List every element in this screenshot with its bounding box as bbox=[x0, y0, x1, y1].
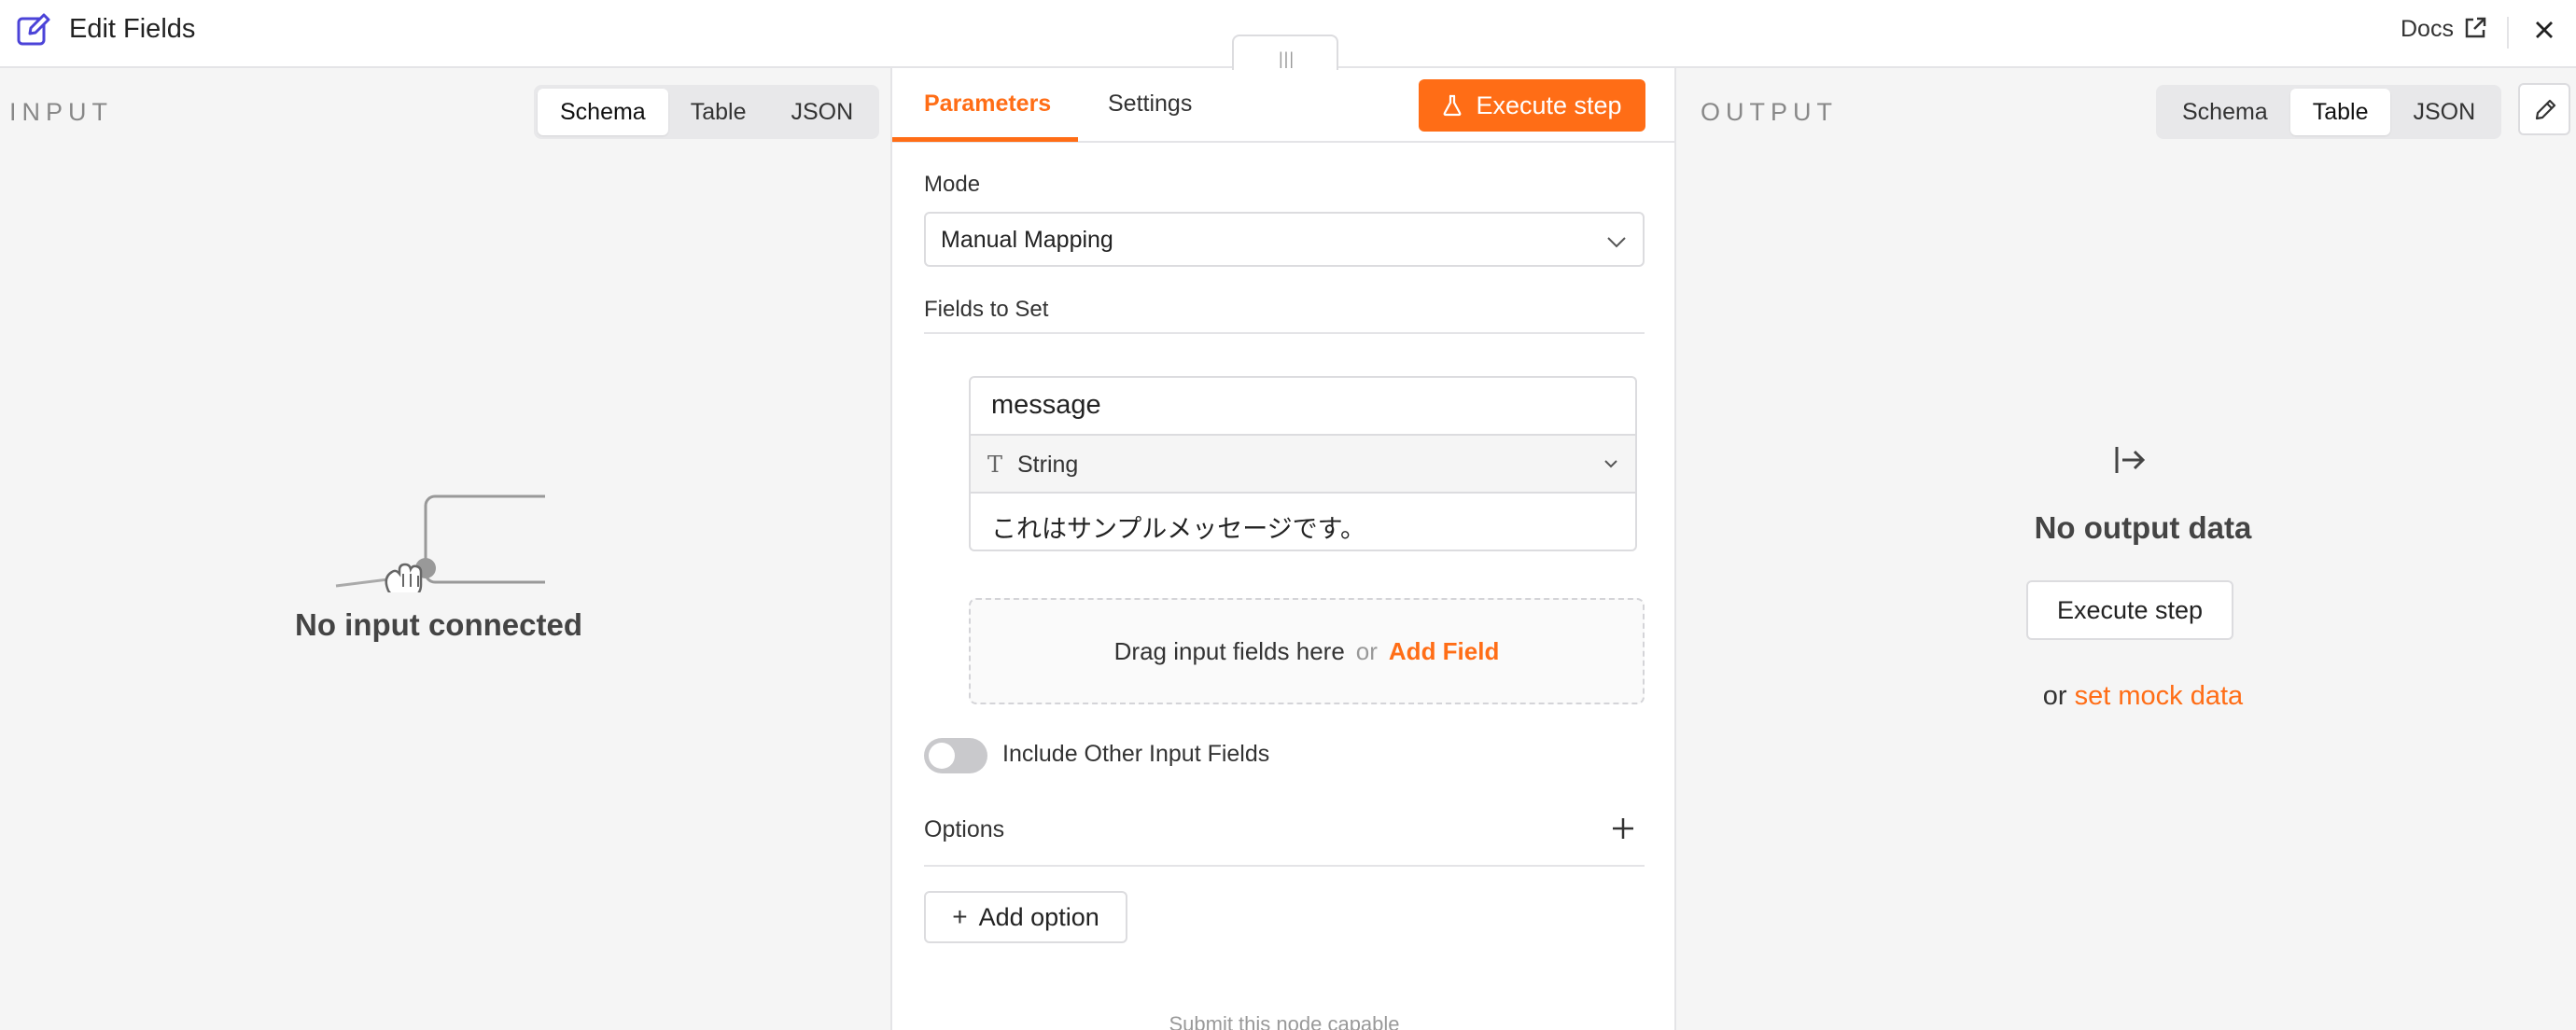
fields-divider bbox=[924, 332, 1645, 334]
field-dropzone[interactable]: Drag input fields here or Add Field bbox=[969, 598, 1645, 704]
arrow-right-to-line-icon bbox=[2115, 447, 2146, 473]
options-divider bbox=[924, 865, 1645, 867]
header-divider bbox=[2507, 17, 2509, 49]
output-panel: OUTPUT Schema Table JSON No output data … bbox=[1676, 68, 2576, 1030]
input-view-table[interactable]: Table bbox=[668, 89, 769, 135]
edit-output-button[interactable] bbox=[2518, 83, 2570, 135]
mode-label: Mode bbox=[924, 172, 981, 197]
active-tab-indicator bbox=[892, 137, 1078, 142]
edit-square-icon bbox=[17, 13, 50, 46]
panel-drag-handle[interactable]: ||| bbox=[1232, 35, 1338, 70]
input-view-schema[interactable]: Schema bbox=[538, 89, 668, 135]
chevron-down-icon bbox=[1604, 460, 1617, 468]
field-type-select[interactable]: T String bbox=[971, 436, 1635, 494]
toggle-knob bbox=[929, 743, 955, 769]
input-view-json[interactable]: JSON bbox=[768, 89, 875, 135]
mode-select-value: Manual Mapping bbox=[941, 227, 1113, 253]
fields-to-set-label: Fields to Set bbox=[924, 297, 1049, 322]
output-view-switcher: Schema Table JSON bbox=[2156, 85, 2502, 139]
close-icon[interactable] bbox=[2531, 17, 2557, 43]
field-name-input[interactable]: message bbox=[971, 378, 1635, 436]
field-value-text: これはサンプルメッセージです。 bbox=[991, 515, 1365, 543]
text-type-icon: T bbox=[987, 452, 1003, 478]
dropzone-text: Drag input fields here bbox=[1113, 637, 1345, 665]
no-input-message: No input connected bbox=[295, 607, 582, 642]
add-field-link[interactable]: Add Field bbox=[1389, 637, 1499, 665]
no-output-message: No output data bbox=[2034, 510, 2252, 545]
input-panel-label: INPUT bbox=[9, 98, 113, 126]
output-panel-label: OUTPUT bbox=[1701, 98, 1838, 126]
flask-icon bbox=[1444, 94, 1462, 117]
output-execute-step-button[interactable]: Execute step bbox=[2026, 580, 2233, 640]
chevron-down-icon bbox=[1607, 237, 1626, 248]
output-view-schema[interactable]: Schema bbox=[2160, 89, 2290, 135]
include-other-fields-toggle[interactable] bbox=[924, 738, 987, 773]
output-view-json[interactable]: JSON bbox=[2390, 89, 2498, 135]
parameters-panel: Parameters Settings Execute step Mode Ma… bbox=[892, 68, 1676, 1030]
field-type-value: String bbox=[1017, 452, 1079, 478]
parameters-tabs: Parameters Settings Execute step bbox=[892, 68, 1676, 143]
execute-step-button[interactable]: Execute step bbox=[1419, 79, 1645, 132]
input-panel: INPUT Schema Table JSON No input connect… bbox=[0, 68, 892, 1030]
drag-handle-glyph: ||| bbox=[1279, 49, 1295, 68]
mock-prefix: or bbox=[2042, 681, 2067, 711]
modal-title: Edit Fields bbox=[69, 14, 196, 44]
docs-link[interactable]: Docs bbox=[2401, 14, 2454, 44]
external-link-icon[interactable] bbox=[2462, 15, 2488, 41]
tab-parameters[interactable]: Parameters bbox=[924, 89, 1051, 118]
mock-data-line: or set mock data bbox=[1676, 681, 2576, 712]
include-other-fields-label: Include Other Input Fields bbox=[1002, 741, 1270, 767]
output-view-table[interactable]: Table bbox=[2289, 89, 2391, 135]
edit-fields-modal: Edit Fields Docs ||| INPUT Schema Table … bbox=[0, 0, 2576, 1030]
bottom-hint-text: Submit this node capable bbox=[1169, 1012, 1400, 1030]
dropzone-or: or bbox=[1355, 637, 1378, 665]
field-name-value: message bbox=[991, 390, 1101, 420]
plus-icon[interactable] bbox=[1609, 814, 1637, 842]
pencil-icon bbox=[2535, 99, 2556, 120]
grab-hand-icon bbox=[385, 563, 423, 592]
mode-select[interactable]: Manual Mapping bbox=[924, 212, 1645, 267]
execute-step-label: Execute step bbox=[1476, 90, 1622, 119]
options-label: Options bbox=[924, 816, 1005, 842]
no-input-illustration bbox=[335, 494, 545, 592]
add-option-label: Add option bbox=[978, 902, 1099, 931]
dropzone-text-row: Drag input fields here or Add Field bbox=[971, 637, 1643, 666]
input-view-switcher: Schema Table JSON bbox=[534, 85, 880, 139]
tab-settings[interactable]: Settings bbox=[1108, 89, 1192, 118]
plus-icon: + bbox=[952, 902, 968, 931]
set-mock-data-link[interactable]: set mock data bbox=[2075, 681, 2244, 711]
add-option-button[interactable]: + Add option bbox=[924, 891, 1127, 943]
field-assignment: message T String これはサンプルメッセージです。 bbox=[969, 376, 1637, 551]
